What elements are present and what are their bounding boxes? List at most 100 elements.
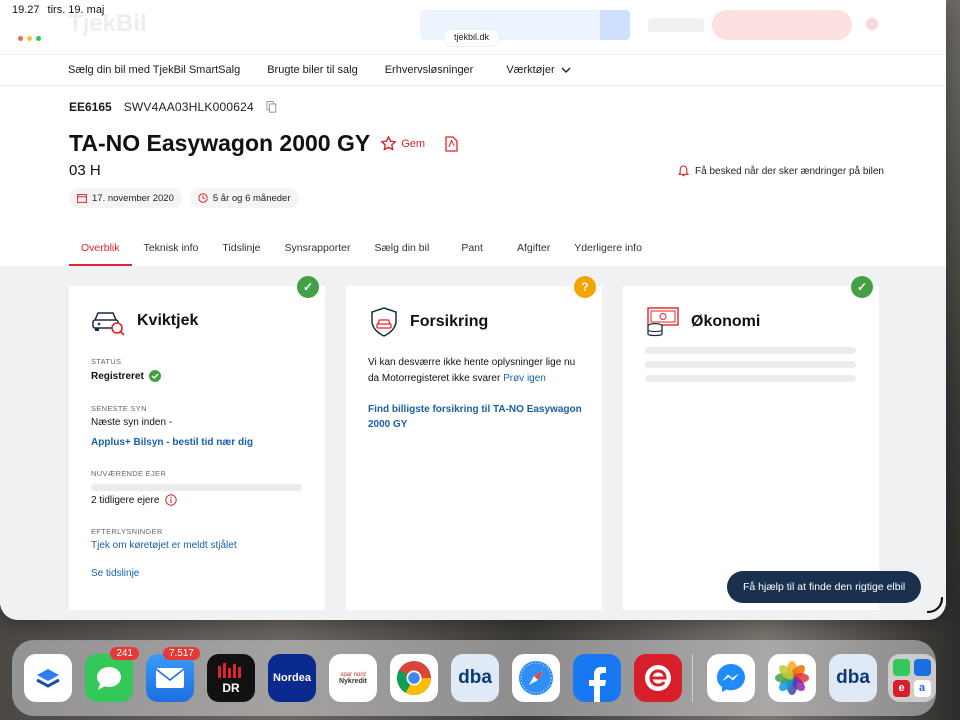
dock-app-nordea[interactable]: Nordea xyxy=(268,654,316,702)
library-messages-icon xyxy=(893,659,910,677)
e-letter-icon xyxy=(645,665,671,691)
dock-app-nykredit[interactable]: spar nord Nykredit xyxy=(329,654,377,702)
retry-link[interactable]: Prøv igen xyxy=(503,373,546,384)
tab-teknisk-info[interactable]: Teknisk info xyxy=(132,236,211,266)
dock-app-library[interactable]: e a xyxy=(888,654,936,702)
envelope-icon xyxy=(155,668,185,688)
kviktjek-card: ✓ Kviktjek STATUS Registreret SENESTE SY… xyxy=(69,276,325,610)
close-icon[interactable] xyxy=(18,36,23,41)
nav-item-used-cars[interactable]: Brugte biler til salg xyxy=(267,64,358,76)
tab-saelg-din-bil[interactable]: Sælg din bil xyxy=(362,236,441,266)
status-value: Registreret xyxy=(91,370,144,382)
check-icon: ✓ xyxy=(297,276,319,298)
kviktjek-title: Kviktjek xyxy=(137,312,199,329)
tab-afgifter[interactable]: Afgifter xyxy=(503,236,562,266)
tab-yderligere-info[interactable]: Yderligere info xyxy=(562,236,654,266)
registration-date: 17. november 2020 xyxy=(92,192,174,204)
url-pill[interactable]: tjekbil.dk xyxy=(444,30,500,46)
registration-date-chip: 17. november 2020 xyxy=(69,188,182,208)
tab-tidslinje[interactable]: Tidslinje xyxy=(210,236,272,266)
nav-item-tools-label: Værktøjer xyxy=(506,64,555,76)
minimize-icon[interactable] xyxy=(27,36,32,41)
copy-icon[interactable] xyxy=(266,101,277,113)
nav-item-smartsalg[interactable]: Sælg din bil med TjekBil SmartSalg xyxy=(68,64,240,76)
main-nav: Sælg din bil med TjekBil SmartSalg Brugt… xyxy=(0,54,946,86)
inspection-value: Næste syn inden - xyxy=(91,417,173,428)
timeline-link[interactable]: Se tidslinje xyxy=(91,568,139,579)
resize-handle-icon[interactable] xyxy=(926,596,944,614)
status-row: Registreret xyxy=(91,370,161,382)
dock-app-dba-recent[interactable]: dba xyxy=(829,654,877,702)
dock-app-photos[interactable] xyxy=(768,654,816,702)
compass-icon xyxy=(519,661,553,695)
insurance-message: Vi kan desværre ikke hente oplysninger l… xyxy=(368,355,583,387)
vehicle-title-row: TA-NO Easywagon 2000 GY Gem xyxy=(69,130,458,157)
dock-app-mail[interactable]: 7.517 xyxy=(146,647,200,702)
vehicle-title: TA-NO Easywagon 2000 GY xyxy=(69,130,371,156)
money-icon xyxy=(647,307,679,337)
dock-app-dr[interactable]: DR xyxy=(207,654,255,702)
tab-synsrapporter[interactable]: Synsrapporter xyxy=(273,236,363,266)
dock-app-safari[interactable] xyxy=(512,654,560,702)
bell-icon xyxy=(678,165,689,177)
dock-app-e-boks[interactable] xyxy=(634,654,682,702)
vehicle-id-row: EE6165 SWV4AA03HLK000624 xyxy=(69,100,277,114)
nav-item-tools[interactable]: Værktøjer xyxy=(506,64,571,76)
info-icon[interactable] xyxy=(165,494,178,506)
owner-value: 2 tidligere ejere xyxy=(91,494,160,506)
forsikring-header: Forsikring xyxy=(368,306,488,338)
save-button[interactable]: Gem xyxy=(380,135,425,152)
inspection-booking-link[interactable]: Applus+ Bilsyn - bestil tid nær dig xyxy=(91,435,253,450)
status-date: tirs. 19. maj xyxy=(47,4,105,16)
vehicle-subtitle: 03 H xyxy=(69,162,101,179)
owner-skeleton xyxy=(91,484,302,491)
cheapest-insurance-link[interactable]: Find billigste forsikring til TA-NO Easy… xyxy=(368,402,583,432)
mail-badge: 7.517 xyxy=(162,647,200,660)
okonomi-title: Økonomi xyxy=(691,313,761,330)
help-button[interactable]: Få hjælp til at finde den rigtige elbil xyxy=(727,571,922,603)
nordea-label: Nordea xyxy=(273,672,311,684)
dock-app-facebook[interactable] xyxy=(573,654,621,702)
dock-app-tasks[interactable] xyxy=(24,654,72,702)
vehicle-age: 5 år og 6 måneder xyxy=(212,192,291,204)
photos-flower-icon xyxy=(775,661,809,695)
chrome-icon xyxy=(397,661,431,695)
stolen-check-link[interactable]: Tjek om køretøjet er meldt stjålet xyxy=(91,540,237,551)
check-circle-icon xyxy=(148,370,161,382)
okonomi-card: ✓ Økonomi xyxy=(623,276,879,610)
dock-divider xyxy=(692,654,693,702)
notify-button[interactable]: Få besked når der sker ændringer på bile… xyxy=(678,165,884,177)
dock-app-dba[interactable]: dba xyxy=(451,654,499,702)
vehicle-tabs: Overblik Teknisk info Tidslinje Synsrapp… xyxy=(69,236,654,266)
loading-skeleton xyxy=(645,361,856,368)
shield-car-icon xyxy=(371,307,397,337)
notify-label: Få besked når der sker ændringer på bile… xyxy=(695,165,884,177)
warning-icon: ? xyxy=(574,276,596,298)
calendar-icon xyxy=(77,194,87,203)
nav-item-business[interactable]: Erhvervsløsninger xyxy=(385,64,474,76)
owner-label: NUVÆRENDE EJER xyxy=(91,469,167,478)
info-chips: 17. november 2020 5 år og 6 måneder xyxy=(69,188,299,208)
tab-overblik[interactable]: Overblik xyxy=(69,236,132,266)
status-bar: 19.27 tirs. 19. maj xyxy=(0,0,960,22)
okonomi-header: Økonomi xyxy=(645,306,760,338)
inspection-label: SENESTE SYN xyxy=(91,404,147,413)
window-controls[interactable] xyxy=(18,36,41,41)
pdf-icon[interactable] xyxy=(445,135,458,152)
vin-number: SWV4AA03HLK000624 xyxy=(123,100,254,114)
dock-app-messenger[interactable] xyxy=(707,654,755,702)
library-eboks-icon: e xyxy=(893,679,910,697)
owner-row: 2 tidligere ejere xyxy=(91,494,178,506)
dock-app-chrome[interactable] xyxy=(390,654,438,702)
browser-window: TjekBil tjekbil.dk Sælg din bil med Tjek… xyxy=(0,0,946,620)
maximize-icon[interactable] xyxy=(36,36,41,41)
forsikring-card: ? Forsikring Vi kan desværre ikke hente … xyxy=(346,276,602,610)
dock-app-messages[interactable]: 241 xyxy=(85,647,139,702)
tab-pant[interactable]: Pant xyxy=(441,236,503,266)
dba-recent-label: dba xyxy=(836,667,870,688)
status-time: 19.27 xyxy=(12,4,40,16)
nykredit-label: Nykredit xyxy=(338,677,367,685)
message-bubble-icon xyxy=(97,667,121,690)
star-icon xyxy=(381,136,397,151)
library-appstore-icon: a xyxy=(913,679,931,697)
